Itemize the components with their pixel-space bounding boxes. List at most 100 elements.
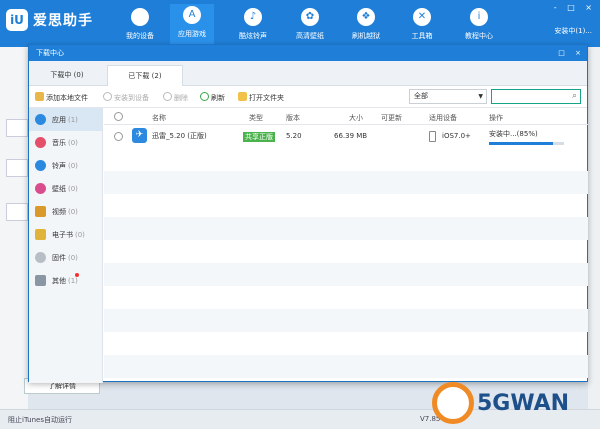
dialog-title: 下载中心 [36,49,64,57]
nav-apps-games[interactable]: A 应用游戏 [170,4,214,47]
nav-label: 我的设备 [126,32,154,40]
column-updatable: 可更新 [381,114,402,122]
search-icon[interactable]: ⌕ [572,91,577,101]
device-status[interactable]: 安装中(1)... [554,26,592,36]
empty-row [104,355,588,378]
dialog-maximize-button[interactable]: □ [558,49,565,57]
empty-row [104,171,588,194]
appstore-icon: A [183,6,201,24]
info-icon: i [470,8,488,26]
wallpaper-icon [35,183,46,194]
sidebar-item-wallpapers[interactable]: 壁纸 (0) [29,177,102,200]
column-name: 名称 [152,114,166,122]
folder-icon [238,92,247,101]
close-button[interactable]: × [585,3,592,12]
empty-row [104,309,588,332]
filter-value: 全部 [414,92,428,100]
firmware-icon [35,252,46,263]
sidebar-item-ringtones[interactable]: 铃声 (0) [29,154,102,177]
sidebar-item-ebooks[interactable]: 电子书 (0) [29,223,102,246]
background-button [6,159,28,177]
minimize-button[interactable]: - [554,3,557,12]
column-size: 大小 [349,114,363,122]
toolbar: 添加本地文件 安装到设备 删除 刷新 打开文件夹 全部 ▼ ⌕ [29,86,587,108]
nav-my-device[interactable]: 我的设备 [118,6,162,46]
watermark-circle-icon [432,382,474,424]
dialog-tabs: 下载中 (0) 已下载 (2) [29,61,587,86]
column-action: 操作 [489,114,503,122]
watermark-logo: 5GWAN [430,380,595,426]
row-name: 迅雷_5.20 (正版) [152,132,207,140]
add-local-file-button[interactable]: 添加本地文件 [35,92,88,103]
type-filter-select[interactable]: 全部 ▼ [409,89,487,104]
sidebar-item-firmware[interactable]: 固件 (0) [29,246,102,269]
dialog-close-button[interactable]: × [575,49,581,57]
column-device: 适用设备 [429,114,457,122]
maximize-button[interactable]: □ [567,3,575,12]
nav-tutorials[interactable]: i 教程中心 [457,6,501,46]
background-panel [0,47,28,409]
row-size: 66.39 MB [334,132,368,140]
nav-label: 教程中心 [465,32,493,40]
nav-label: 应用游戏 [178,30,206,38]
sidebar-item-apps[interactable]: 应用 (1) [29,108,102,131]
bird-app-icon: ✈ [132,128,147,143]
install-to-device-button[interactable]: 安装到设备 [103,92,149,103]
background-panel-right [588,47,600,409]
column-version: 版本 [286,114,300,122]
sidebar-item-music[interactable]: 音乐 (0) [29,131,102,154]
window-controls: - □ × [546,3,592,12]
sidebar-item-videos[interactable]: 视频 (0) [29,200,102,223]
bell-icon [35,160,46,171]
download-table: 名称 类型 版本 大小 可更新 适用设备 操作 ✈ 迅雷_5.20 (正版) 共… [104,108,588,382]
tab-downloading[interactable]: 下载中 (0) [29,65,105,86]
app-logo: iU [6,9,28,31]
folder-add-icon [35,92,44,101]
nav-label: 工具箱 [411,32,433,40]
search-input[interactable]: ⌕ [491,89,581,104]
column-type: 类型 [249,114,263,122]
download-center-dialog: 下载中心 □ × 下载中 (0) 已下载 (2) 添加本地文件 安装到设备 删除… [28,44,588,383]
video-icon [35,206,46,217]
nav-ringtones[interactable]: ♪ 酷炫铃声 [231,6,275,46]
background-button [6,203,28,221]
install-progress-bar [489,142,564,145]
select-all-checkbox[interactable] [114,112,123,121]
tab-downloaded[interactable]: 已下载 (2) [107,65,183,86]
apple-icon [131,8,149,26]
category-sidebar: 应用 (1) 音乐 (0) 铃声 (0) 壁纸 (0) 视频 (0) 电子书 (0) 固件(… [29,108,103,383]
table-header: 名称 类型 版本 大小 可更新 适用设备 操作 [104,108,588,125]
install-icon [103,92,112,101]
tools-icon: ✕ [413,8,431,26]
delete-button[interactable]: 删除 [163,92,188,103]
install-progress-fill [489,142,553,145]
background-button [6,119,28,137]
bell-icon: ♪ [244,8,262,26]
type-badge: 共享正版 [243,132,275,142]
empty-row [104,217,588,240]
table-row[interactable]: ✈ 迅雷_5.20 (正版) 共享正版 5.20 66.39 MB iOS7.0… [104,125,588,148]
nav-label: 刷机越狱 [352,32,380,40]
row-checkbox[interactable] [114,132,123,141]
open-folder-button[interactable]: 打开文件夹 [238,92,284,103]
app-icon [35,114,46,125]
nav-flash-jailbreak[interactable]: ❖ 刷机越狱 [344,6,388,46]
phone-icon [429,131,436,142]
row-device: iOS7.0+ [442,132,471,140]
app-name: 爱思助手 [33,13,93,29]
dialog-titlebar: 下载中心 □ × [29,45,587,61]
music-icon [35,137,46,148]
nav-label: 高清壁纸 [296,32,324,40]
flower-icon: ✿ [301,8,319,26]
empty-row [104,263,588,286]
nav-wallpapers[interactable]: ✿ 高清壁纸 [288,6,332,46]
itunes-block-status[interactable]: 阻止iTunes自动运行 [8,415,72,425]
dropbox-icon: ❖ [357,8,375,26]
watermark-text: 5GWAN [477,391,570,416]
refresh-button[interactable]: 刷新 [200,92,225,103]
nav-toolbox[interactable]: ✕ 工具箱 [400,6,444,46]
sidebar-item-other[interactable]: 其他 (1) [29,269,102,292]
row-version: 5.20 [286,132,302,140]
nav-label: 酷炫铃声 [239,32,267,40]
top-nav-bar: iU 爱思助手 我的设备 A 应用游戏 ♪ 酷炫铃声 ✿ 高清壁纸 ❖ 刷机越狱… [0,0,600,47]
